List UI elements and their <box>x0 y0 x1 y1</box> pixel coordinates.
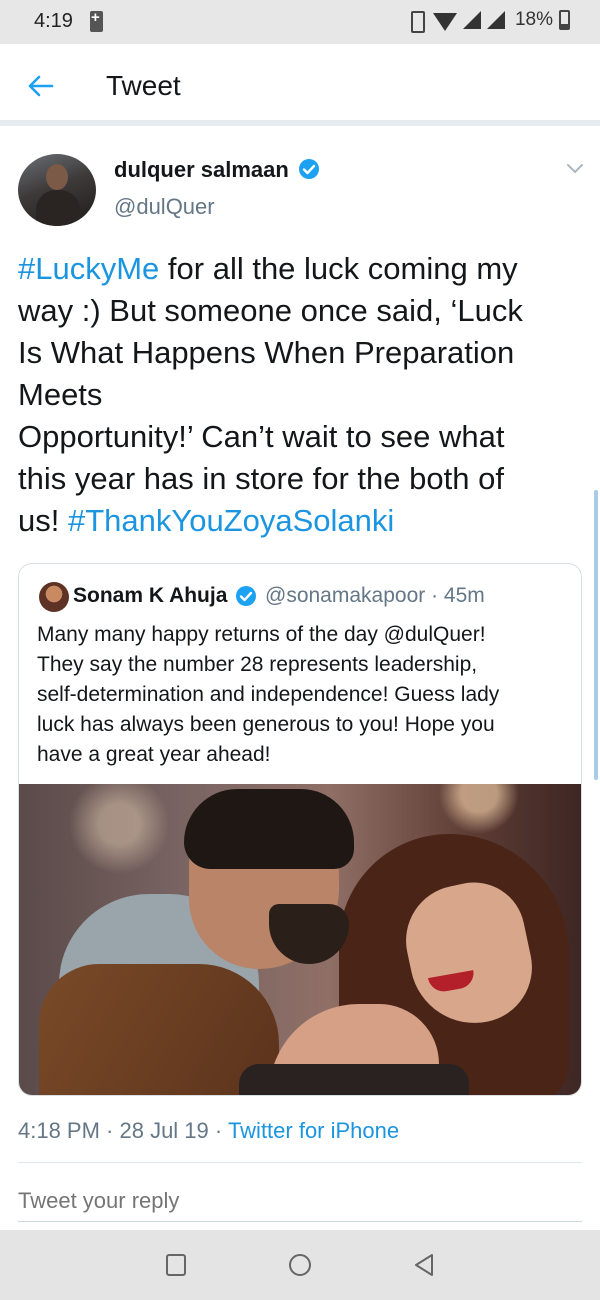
quoted-text-line: self-determination and independence! Gue… <box>37 683 500 706</box>
signal-icon <box>462 11 481 29</box>
quoted-text-line: Many many happy returns of the day @dulQ… <box>37 623 486 646</box>
tweet-text-segment: way :) But someone once said, ‘Luck <box>18 293 523 328</box>
tweet-source-link[interactable]: Twitter for iPhone <box>228 1118 399 1143</box>
quoted-author-name: Sonam K Ahuja <box>73 584 228 607</box>
quoted-avatar <box>39 582 69 612</box>
quoted-photo[interactable] <box>19 784 581 1095</box>
quoted-text-line: luck has always been generous to you! Ho… <box>37 713 495 736</box>
vibrate-icon <box>405 9 427 33</box>
reply-input[interactable] <box>18 1180 582 1222</box>
verified-badge-icon <box>236 586 256 606</box>
tweet-text-line: us! #ThankYouZoyaSolanki <box>18 500 584 542</box>
status-time: 4:19 <box>34 10 73 32</box>
tweet-text-segment: this year has in store for the both of <box>18 461 504 496</box>
photo-shape <box>239 1064 469 1095</box>
page-title: Tweet <box>106 70 181 101</box>
verified-badge-icon <box>299 159 319 179</box>
tweet-text-segment: for all the luck coming my <box>159 251 518 286</box>
wifi-icon <box>432 13 457 31</box>
author-handle[interactable]: @dulQuer <box>114 194 215 220</box>
nav-recents-icon[interactable] <box>166 1254 186 1276</box>
back-arrow-icon[interactable] <box>26 72 54 100</box>
divider <box>18 1162 582 1163</box>
status-bar: 4:19 18% <box>0 0 600 44</box>
divider <box>18 1221 582 1222</box>
quoted-handle-time: @sonamakapoor · 45m <box>265 584 485 607</box>
tweet-text-line: Meets <box>18 374 584 416</box>
tweet-text-segment: Opportunity!’ Can’t wait to see what <box>18 419 505 454</box>
quoted-text-line: They say the number 28 represents leader… <box>37 653 478 676</box>
tweet-text-line: #LuckyMe for all the luck coming my <box>18 248 584 290</box>
status-icons: 18% <box>405 9 570 33</box>
tweet-timestamp: 4:18 PM · 28 Jul 19 · Twitter for iPhone <box>18 1118 399 1144</box>
nav-back-icon[interactable] <box>412 1252 436 1278</box>
tweet-text-line: way :) But someone once said, ‘Luck <box>18 290 584 332</box>
avatar[interactable] <box>18 154 96 226</box>
quoted-text: Many many happy returns of the day @dulQ… <box>37 620 567 770</box>
tweet-text-segment: us! <box>18 503 68 538</box>
tweet-text-line: this year has in store for the both of <box>18 458 584 500</box>
tweet-text-segment: Meets <box>18 377 103 412</box>
scrollbar[interactable] <box>594 490 598 780</box>
app-header: Tweet <box>0 44 600 126</box>
author-name[interactable]: dulquer salmaan <box>114 157 289 183</box>
navigation-bar <box>0 1230 600 1300</box>
battery-percent: 18% <box>514 9 553 30</box>
chevron-down-icon[interactable] <box>566 162 584 176</box>
timestamp-text: 4:18 PM · 28 Jul 19 · <box>18 1118 228 1143</box>
quoted-text-line: have a great year ahead! <box>37 743 271 766</box>
hashtag-link[interactable]: #ThankYouZoyaSolanki <box>68 503 394 538</box>
signal-icon <box>486 11 505 29</box>
charging-icon <box>90 9 103 32</box>
tweet-text-segment: Is What Happens When Preparation <box>18 335 515 370</box>
tweet-text: #LuckyMe for all the luck coming my way :… <box>18 248 584 542</box>
photo-shape <box>184 789 354 869</box>
hashtag-link[interactable]: #LuckyMe <box>18 251 159 286</box>
tweet-text-line: Is What Happens When Preparation <box>18 332 584 374</box>
tweet-text-line: Opportunity!’ Can’t wait to see what <box>18 416 584 458</box>
quoted-tweet[interactable]: Sonam K Ahuja @sonamakapoor · 45m Many m… <box>18 563 582 1096</box>
nav-home-icon[interactable] <box>289 1254 311 1276</box>
battery-icon <box>559 10 570 30</box>
